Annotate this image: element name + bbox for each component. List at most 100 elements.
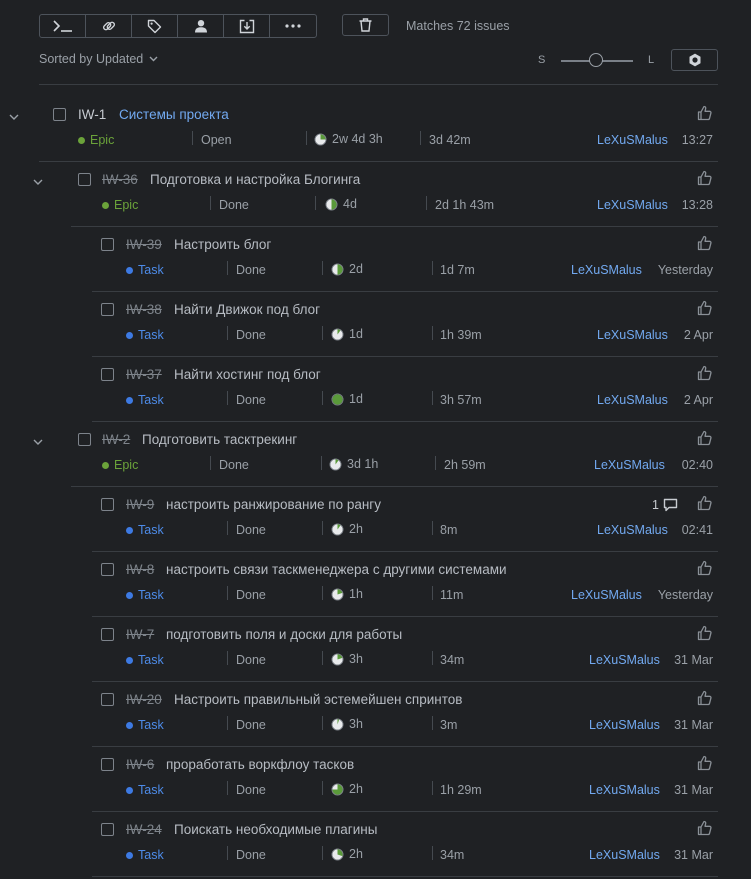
issue-state[interactable]: Done (236, 848, 266, 862)
issue-id[interactable]: IW-39 (126, 237, 162, 252)
issue-checkbox[interactable] (101, 758, 114, 771)
issue-state[interactable]: Done (236, 263, 266, 277)
issue-summary[interactable]: Найти хостинг под блог (174, 367, 321, 382)
issue-summary[interactable]: подготовить поля и доски для работы (166, 627, 402, 642)
issue-checkbox[interactable] (78, 173, 91, 186)
issue-type[interactable]: Task (126, 783, 164, 797)
issue-summary[interactable]: Найти Движок под блог (174, 302, 320, 317)
issue-row[interactable]: IW-37 Найти хостинг под блог Task Done 1d 3h … (92, 358, 718, 422)
issue-checkbox[interactable] (101, 368, 114, 381)
issue-estimate[interactable]: 2w 4d 3h (314, 132, 383, 146)
thumbs-up-icon[interactable] (697, 365, 712, 381)
issue-type[interactable]: Task (126, 718, 164, 732)
thumbs-up-icon[interactable] (697, 235, 712, 251)
settings-button[interactable] (671, 49, 718, 71)
issue-checkbox[interactable] (101, 628, 114, 641)
issue-estimate[interactable]: 1h (331, 587, 363, 601)
issue-estimate[interactable]: 2h (331, 782, 363, 796)
issue-state[interactable]: Done (219, 458, 249, 472)
issue-type[interactable]: Task (126, 848, 164, 862)
thumbs-up-icon[interactable] (697, 560, 712, 576)
issue-summary[interactable]: Поискать необходимые плагины (174, 822, 377, 837)
thumbs-up-icon[interactable] (697, 690, 712, 706)
issue-assignee[interactable]: LeXuSMalus (597, 328, 668, 342)
issue-id[interactable]: IW-20 (126, 692, 162, 707)
issue-checkbox[interactable] (101, 238, 114, 251)
thumbs-up-icon[interactable] (697, 755, 712, 771)
issue-estimate[interactable]: 1d (331, 392, 363, 406)
issue-spent-time[interactable]: 3h 57m (440, 393, 482, 407)
issue-row[interactable]: IW-39 Настроить блог Task Done 2d 1d 7m LeXuSM… (92, 228, 718, 292)
issue-checkbox[interactable] (101, 563, 114, 576)
issue-type[interactable]: Epic (102, 458, 138, 472)
issue-assignee[interactable]: LeXuSMalus (589, 783, 660, 797)
issue-state[interactable]: Done (236, 588, 266, 602)
issue-estimate[interactable]: 3h (331, 652, 363, 666)
issue-state[interactable]: Done (219, 198, 249, 212)
issue-id[interactable]: IW-2 (102, 432, 130, 447)
issue-checkbox[interactable] (101, 498, 114, 511)
issue-row[interactable]: IW-24 Поискать необходимые плагины Task Don… (92, 813, 718, 877)
issue-spent-time[interactable]: 8m (440, 523, 457, 537)
assignee-button[interactable] (178, 15, 224, 37)
issue-summary[interactable]: Подготовить тасктрекинг (142, 432, 297, 447)
issue-state[interactable]: Done (236, 523, 266, 537)
issue-type[interactable]: Task (126, 328, 164, 342)
issue-state[interactable]: Done (236, 328, 266, 342)
issue-id[interactable]: IW-6 (126, 757, 154, 772)
issue-summary[interactable]: Настроить правильный эстемейшен спринтов (174, 692, 462, 707)
issue-summary[interactable]: Настроить блог (174, 237, 271, 252)
issue-type[interactable]: Task (126, 523, 164, 537)
thumbs-up-icon[interactable] (697, 430, 712, 446)
issue-id[interactable]: IW-38 (126, 302, 162, 317)
issue-assignee[interactable]: LeXuSMalus (597, 393, 668, 407)
issue-assignee[interactable]: LeXuSMalus (589, 718, 660, 732)
link-button[interactable] (86, 15, 132, 37)
issue-id[interactable]: IW-1 (78, 107, 106, 122)
issue-id[interactable]: IW-7 (126, 627, 154, 642)
issue-checkbox[interactable] (53, 108, 66, 121)
issue-assignee[interactable]: LeXuSMalus (597, 133, 668, 147)
thumbs-up-icon[interactable] (697, 625, 712, 641)
issue-spent-time[interactable]: 1h 39m (440, 328, 482, 342)
issue-assignee[interactable]: LeXuSMalus (594, 458, 665, 472)
issue-id[interactable]: IW-24 (126, 822, 162, 837)
issue-estimate[interactable]: 1d (331, 327, 363, 341)
issue-summary[interactable]: настроить связи таскменеджера с другими … (166, 562, 507, 577)
delete-button[interactable] (342, 14, 389, 36)
issue-assignee[interactable]: LeXuSMalus (597, 523, 668, 537)
issue-spent-time[interactable]: 34m (440, 848, 464, 862)
issue-id[interactable]: IW-37 (126, 367, 162, 382)
issue-checkbox[interactable] (101, 303, 114, 316)
issue-type[interactable]: Task (126, 653, 164, 667)
issue-spent-time[interactable]: 1h 29m (440, 783, 482, 797)
issue-row[interactable]: IW-6 проработать воркфлоу тасков Task Done 2… (92, 748, 718, 812)
issue-row[interactable]: IW-38 Найти Движок под блог Task Done 1d 1h 3… (92, 293, 718, 357)
issue-estimate[interactable]: 2h (331, 847, 363, 861)
issue-assignee[interactable]: LeXuSMalus (589, 653, 660, 667)
issue-row[interactable]: IW-9 настроить ранжирование по рангу 1 Task… (92, 488, 718, 552)
issue-spent-time[interactable]: 2d 1h 43m (435, 198, 494, 212)
issue-id[interactable]: IW-36 (102, 172, 138, 187)
more-button[interactable] (270, 15, 316, 37)
issue-state[interactable]: Done (236, 393, 266, 407)
issue-spent-time[interactable]: 11m (440, 588, 463, 602)
issue-summary[interactable]: проработать воркфлоу тасков (166, 757, 354, 772)
issue-spent-time[interactable]: 1d 7m (440, 263, 475, 277)
size-slider-handle[interactable] (589, 53, 603, 67)
issue-spent-time[interactable]: 3d 42m (429, 133, 471, 147)
issue-id[interactable]: IW-8 (126, 562, 154, 577)
command-button[interactable] (40, 15, 86, 37)
issue-type[interactable]: Epic (78, 133, 114, 147)
issue-state[interactable]: Done (236, 718, 266, 732)
issue-type[interactable]: Task (126, 263, 164, 277)
issue-state[interactable]: Done (236, 783, 266, 797)
issue-spent-time[interactable]: 3m (440, 718, 457, 732)
issue-spent-time[interactable]: 2h 59m (444, 458, 486, 472)
issue-state[interactable]: Done (236, 653, 266, 667)
issue-assignee[interactable]: LeXuSMalus (571, 263, 642, 277)
issue-summary[interactable]: Системы проекта (119, 107, 229, 122)
issue-row[interactable]: IW-1 Системы проекта Epic Open 2w 4d 3h 3d 42… (9, 98, 718, 162)
issue-type[interactable]: Task (126, 393, 164, 407)
issue-estimate[interactable]: 3h (331, 717, 363, 731)
